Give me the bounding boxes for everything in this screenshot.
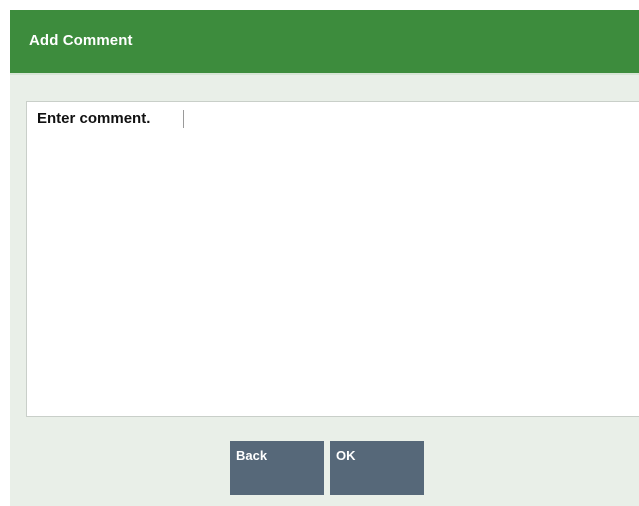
back-button[interactable]: Back	[230, 441, 324, 495]
ok-button-label: OK	[336, 448, 356, 463]
text-cursor	[183, 110, 184, 128]
comment-input[interactable]: Enter comment.	[26, 101, 639, 417]
dialog-title: Add Comment	[29, 32, 133, 49]
add-comment-dialog: Add Comment Enter comment. Back OK	[10, 10, 639, 506]
back-button-label: Back	[236, 448, 268, 463]
ok-button[interactable]: OK	[330, 441, 424, 495]
dialog-header: Add Comment	[10, 10, 639, 75]
comment-placeholder: Enter comment.	[37, 110, 151, 127]
